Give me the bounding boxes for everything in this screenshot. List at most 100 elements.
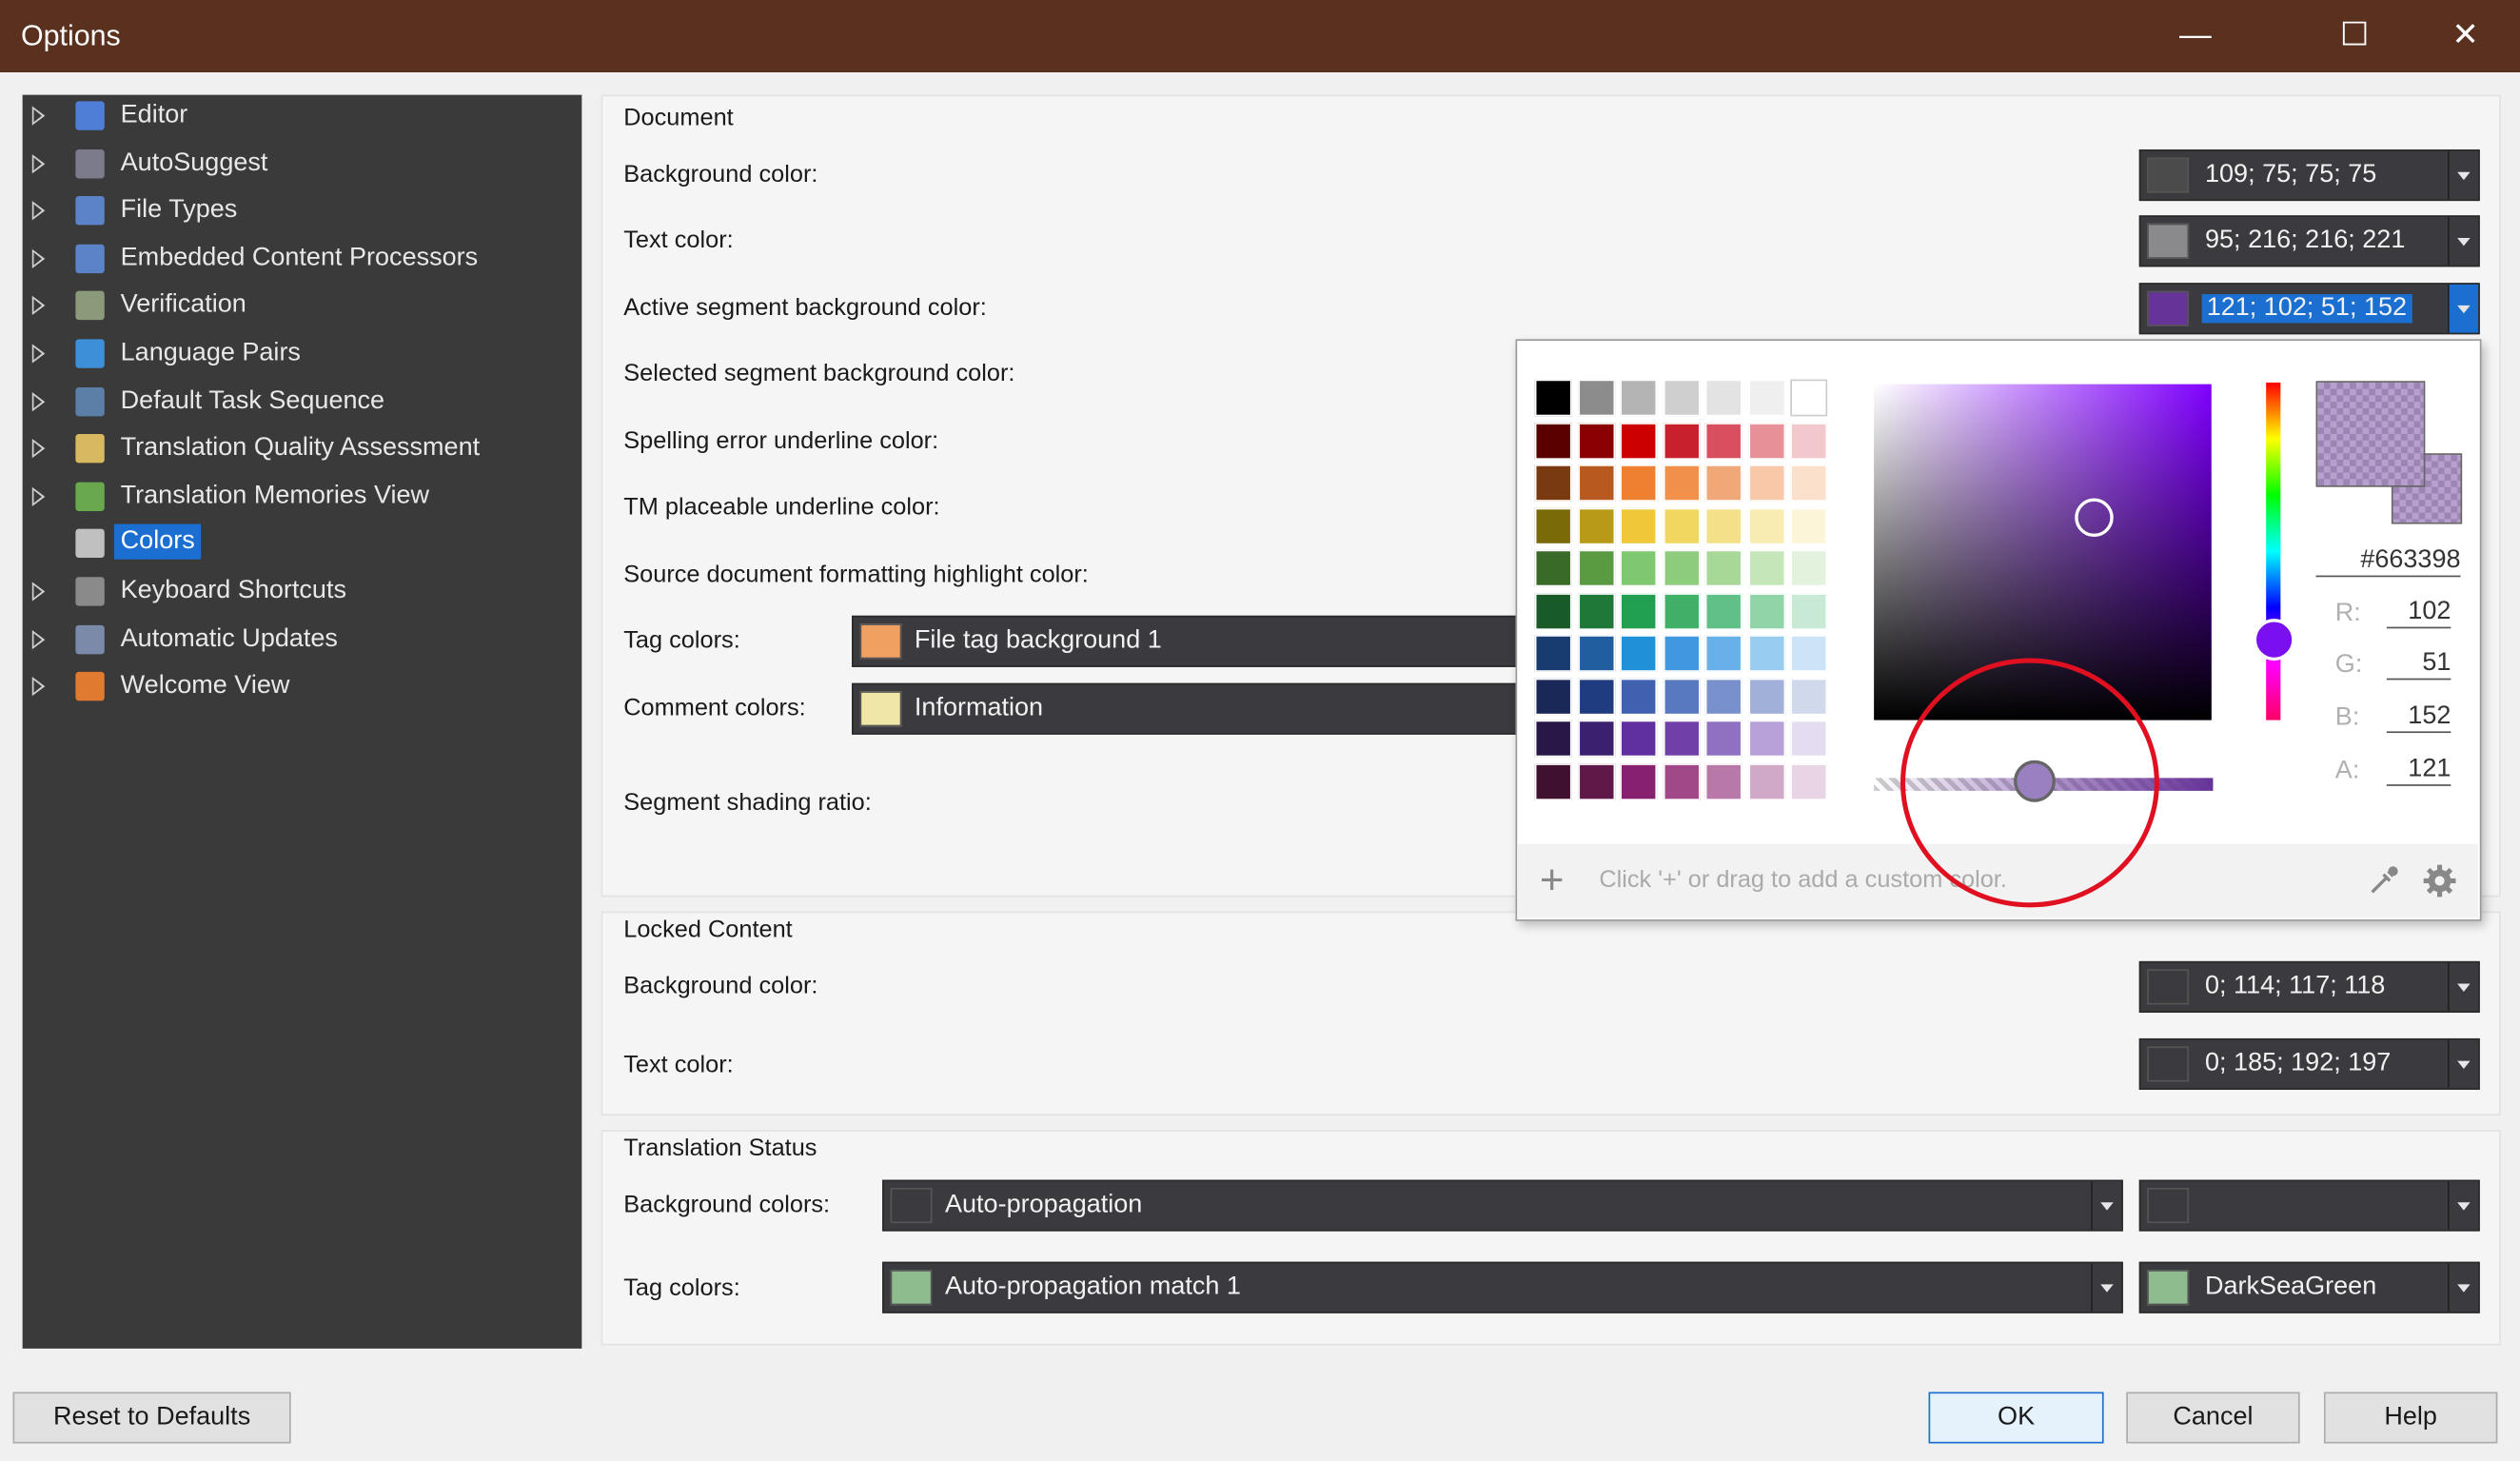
palette-swatch[interactable] bbox=[1620, 422, 1658, 460]
palette-swatch[interactable] bbox=[1790, 677, 1828, 715]
sidebar-item-file-types[interactable]: File Types bbox=[23, 190, 582, 235]
palette-swatch[interactable] bbox=[1620, 592, 1658, 630]
sidebar-item-default-task-sequence[interactable]: Default Task Sequence bbox=[23, 381, 582, 425]
chevron-down-icon[interactable] bbox=[2448, 216, 2479, 266]
palette-swatch[interactable] bbox=[1620, 379, 1658, 417]
sidebar-item-keyboard-shortcuts[interactable]: Keyboard Shortcuts bbox=[23, 571, 582, 616]
sidebar-item-colors[interactable]: Colors bbox=[23, 523, 582, 568]
palette-swatch[interactable] bbox=[1577, 762, 1615, 800]
palette-swatch[interactable] bbox=[1534, 464, 1572, 502]
palette-swatch[interactable] bbox=[1534, 720, 1572, 758]
a-input[interactable]: 121 bbox=[2386, 756, 2451, 786]
palette-swatch[interactable] bbox=[1577, 592, 1615, 630]
r-input[interactable]: 102 bbox=[2386, 598, 2451, 629]
palette-swatch[interactable] bbox=[1577, 422, 1615, 460]
expand-arrow-icon[interactable] bbox=[31, 629, 46, 649]
palette-swatch[interactable] bbox=[1790, 506, 1828, 544]
doc-background-combo[interactable]: 109; 75; 75; 75 bbox=[2138, 149, 2480, 202]
palette-swatch[interactable] bbox=[1663, 762, 1700, 800]
status-background-color-combo[interactable] bbox=[2138, 1179, 2480, 1232]
expand-arrow-icon[interactable] bbox=[31, 344, 46, 364]
palette-swatch[interactable] bbox=[1577, 720, 1615, 758]
doc-text-combo[interactable]: 95; 216; 216; 221 bbox=[2138, 215, 2480, 267]
expand-arrow-icon[interactable] bbox=[31, 677, 46, 697]
palette-swatch[interactable] bbox=[1747, 677, 1785, 715]
chevron-down-icon[interactable] bbox=[2448, 1263, 2479, 1313]
palette-swatch[interactable] bbox=[1747, 762, 1785, 800]
palette-swatch[interactable] bbox=[1534, 635, 1572, 672]
palette-swatch[interactable] bbox=[1663, 720, 1700, 758]
palette-swatch[interactable] bbox=[1790, 635, 1828, 672]
maximize-button[interactable]: ☐ bbox=[2300, 0, 2410, 72]
expand-arrow-icon[interactable] bbox=[31, 201, 46, 221]
palette-swatch[interactable] bbox=[1620, 720, 1658, 758]
palette-swatch[interactable] bbox=[1747, 549, 1785, 587]
locked-text-combo[interactable]: 0; 185; 192; 197 bbox=[2138, 1037, 2480, 1090]
options-tree[interactable]: Editor AutoSuggest File Types Embedded Cont… bbox=[22, 94, 582, 1349]
locked-background-combo[interactable]: 0; 114; 117; 118 bbox=[2138, 960, 2480, 1013]
color-selector-handle[interactable] bbox=[2075, 498, 2114, 538]
palette-swatch[interactable] bbox=[1663, 464, 1700, 502]
palette-swatch[interactable] bbox=[1663, 506, 1700, 544]
chevron-down-icon[interactable] bbox=[2448, 1181, 2479, 1230]
status-tag-color-combo[interactable]: DarkSeaGreen bbox=[2138, 1261, 2480, 1313]
palette-swatch[interactable] bbox=[1704, 720, 1742, 758]
ok-button[interactable]: OK bbox=[1928, 1392, 2104, 1444]
palette-swatch[interactable] bbox=[1747, 379, 1785, 417]
sidebar-item-language-pairs[interactable]: Language Pairs bbox=[23, 333, 582, 378]
palette-swatch[interactable] bbox=[1663, 379, 1700, 417]
palette-swatch[interactable] bbox=[1663, 635, 1700, 672]
palette-swatch[interactable] bbox=[1534, 592, 1572, 630]
palette-swatch[interactable] bbox=[1577, 549, 1615, 587]
palette-swatch[interactable] bbox=[1663, 592, 1700, 630]
eyedropper-icon[interactable] bbox=[2364, 861, 2403, 900]
palette-swatch[interactable] bbox=[1704, 464, 1742, 502]
doc-active-combo[interactable]: 121; 102; 51; 152 bbox=[2138, 283, 2480, 335]
palette-swatch[interactable] bbox=[1620, 464, 1658, 502]
sidebar-item-translation-quality-assessment[interactable]: Translation Quality Assessment bbox=[23, 428, 582, 473]
palette-swatch[interactable] bbox=[1534, 379, 1572, 417]
palette-swatch[interactable] bbox=[1577, 379, 1615, 417]
palette-swatch[interactable] bbox=[1747, 720, 1785, 758]
palette-swatch[interactable] bbox=[1577, 506, 1615, 544]
help-button[interactable]: Help bbox=[2323, 1392, 2498, 1444]
palette-swatch[interactable] bbox=[1663, 677, 1700, 715]
chevron-down-icon[interactable] bbox=[2448, 962, 2479, 1012]
palette-swatch[interactable] bbox=[1704, 549, 1742, 587]
b-input[interactable]: 152 bbox=[2386, 702, 2451, 734]
cancel-button[interactable]: Cancel bbox=[2126, 1392, 2300, 1444]
palette-swatch[interactable] bbox=[1790, 720, 1828, 758]
status-background-combo[interactable]: Auto-propagation bbox=[882, 1179, 2123, 1232]
palette-swatch[interactable] bbox=[1704, 762, 1742, 800]
add-custom-color-button[interactable]: + bbox=[1540, 855, 1565, 904]
palette-swatch[interactable] bbox=[1704, 677, 1742, 715]
sidebar-item-verification[interactable]: Verification bbox=[23, 286, 582, 330]
sidebar-item-embedded-content-processors[interactable]: Embedded Content Processors bbox=[23, 238, 582, 283]
hue-slider[interactable] bbox=[2253, 382, 2295, 721]
palette-swatch[interactable] bbox=[1577, 464, 1615, 502]
hex-value[interactable]: #663398 bbox=[2315, 546, 2461, 578]
doc-active-value[interactable]: 121; 102; 51; 152 bbox=[2201, 294, 2412, 324]
chevron-down-icon[interactable] bbox=[2448, 284, 2479, 333]
palette-swatch[interactable] bbox=[1747, 506, 1785, 544]
minimize-button[interactable]: — bbox=[2140, 0, 2250, 72]
chevron-down-icon[interactable] bbox=[2448, 150, 2479, 200]
color-palette[interactable] bbox=[1534, 379, 1834, 807]
palette-swatch[interactable] bbox=[1790, 592, 1828, 630]
palette-swatch[interactable] bbox=[1747, 422, 1785, 460]
expand-arrow-icon[interactable] bbox=[31, 439, 46, 459]
palette-swatch[interactable] bbox=[1747, 464, 1785, 502]
palette-swatch[interactable] bbox=[1704, 592, 1742, 630]
expand-arrow-icon[interactable] bbox=[31, 582, 46, 602]
g-input[interactable]: 51 bbox=[2386, 649, 2451, 681]
palette-swatch[interactable] bbox=[1577, 677, 1615, 715]
palette-swatch[interactable] bbox=[1534, 677, 1572, 715]
palette-swatch[interactable] bbox=[1790, 379, 1828, 417]
palette-swatch[interactable] bbox=[1790, 422, 1828, 460]
hue-slider-thumb[interactable] bbox=[2253, 619, 2295, 661]
close-button[interactable]: ✕ bbox=[2411, 0, 2520, 72]
expand-arrow-icon[interactable] bbox=[31, 153, 46, 173]
sidebar-item-translation-memories-view[interactable]: Translation Memories View bbox=[23, 476, 582, 521]
palette-swatch[interactable] bbox=[1534, 549, 1572, 587]
expand-arrow-icon[interactable] bbox=[31, 486, 46, 506]
